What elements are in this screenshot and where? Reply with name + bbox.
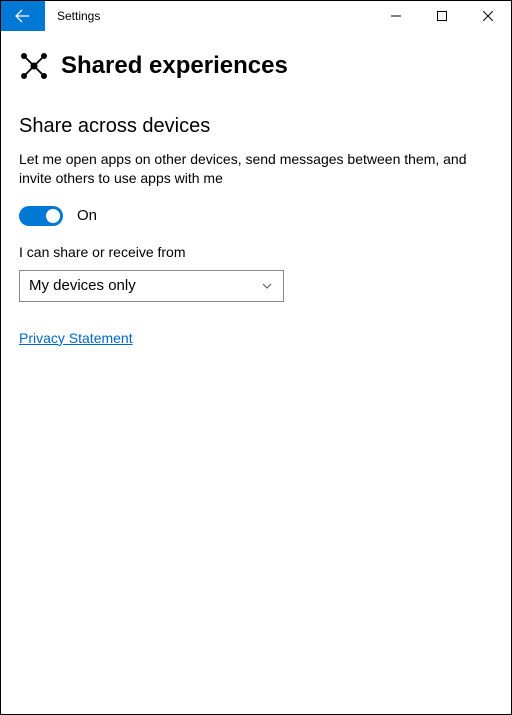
- dropdown-value: My devices only: [29, 277, 136, 294]
- minimize-icon: [391, 11, 401, 21]
- titlebar: Settings: [1, 1, 511, 31]
- window-controls: [373, 1, 511, 31]
- section-description: Let me open apps on other devices, send …: [19, 150, 493, 188]
- maximize-icon: [437, 11, 447, 21]
- page-title: Shared experiences: [61, 52, 288, 80]
- toggle-state-label: On: [77, 207, 97, 224]
- page-header: Shared experiences: [19, 51, 493, 81]
- window-title: Settings: [57, 9, 100, 23]
- privacy-statement-link[interactable]: Privacy Statement: [19, 330, 133, 346]
- minimize-button[interactable]: [373, 1, 419, 31]
- share-toggle[interactable]: [19, 206, 63, 226]
- back-arrow-icon: [15, 8, 31, 24]
- toggle-knob: [46, 209, 60, 223]
- close-button[interactable]: [465, 1, 511, 31]
- shared-experiences-icon: [19, 51, 49, 81]
- back-button[interactable]: [1, 1, 45, 31]
- chevron-down-icon: [261, 280, 273, 292]
- content-area: Shared experiences Share across devices …: [1, 31, 511, 366]
- share-scope-dropdown[interactable]: My devices only: [19, 270, 284, 302]
- section-title: Share across devices: [19, 115, 493, 138]
- close-icon: [483, 11, 493, 21]
- toggle-row: On: [19, 206, 493, 226]
- maximize-button[interactable]: [419, 1, 465, 31]
- share-receive-label: I can share or receive from: [19, 244, 493, 260]
